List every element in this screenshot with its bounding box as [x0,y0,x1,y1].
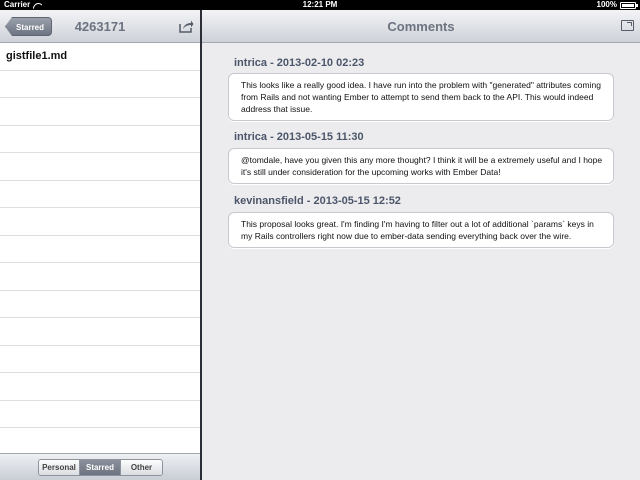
status-bar: Carrier 12:21 PM 100% [0,0,640,10]
empty-row [0,208,200,236]
comment-body: @tomdale, have you given this any more t… [228,148,614,184]
empty-row [0,236,200,263]
empty-row [0,126,200,153]
battery-info: 100% [596,0,638,10]
empty-row [0,428,200,456]
battery-icon [620,1,638,9]
left-nav-bar: Starred 4263171 [0,10,200,43]
empty-row [0,98,200,126]
empty-row [0,318,200,346]
empty-row [0,373,200,401]
gist-id-title: 4263171 [74,19,126,34]
empty-row [0,401,200,428]
comment-author: intrica - 2013-05-15 11:30 [234,131,364,143]
comments-title: Comments [387,19,455,34]
empty-row [0,153,200,181]
clock: 12:21 PM [302,0,338,9]
comments-panel: Comments intrica - 2013-02-10 02:23 This… [202,10,640,480]
file-list: gistfile1.md [0,43,200,456]
comment-body: This proposal looks great. I'm finding I… [228,212,614,248]
comment-author: kevinansfield - 2013-05-15 12:52 [234,195,401,207]
empty-row [0,291,200,318]
right-nav-bar: Comments [202,10,640,43]
empty-row [0,71,200,98]
segment-other[interactable]: Other [121,460,162,475]
gist-list-panel: Starred 4263171 gistfile1.md Personal St… [0,10,200,480]
file-row[interactable]: gistfile1.md [0,43,200,71]
battery-percent: 100% [596,0,617,9]
empty-row [0,263,200,291]
segment-personal[interactable]: Personal [39,460,80,475]
comment-author: intrica - 2013-02-10 02:23 [234,57,365,69]
segment-starred[interactable]: Starred [80,460,121,475]
share-icon[interactable] [179,19,194,33]
bottom-toolbar: Personal Starred Other [0,453,200,480]
comment-body: This looks like a really good idea. I ha… [228,73,614,121]
gist-filter-segmented-control: Personal Starred Other [38,459,163,476]
empty-row [0,181,200,208]
fullscreen-icon[interactable] [621,20,634,31]
empty-row [0,346,200,373]
